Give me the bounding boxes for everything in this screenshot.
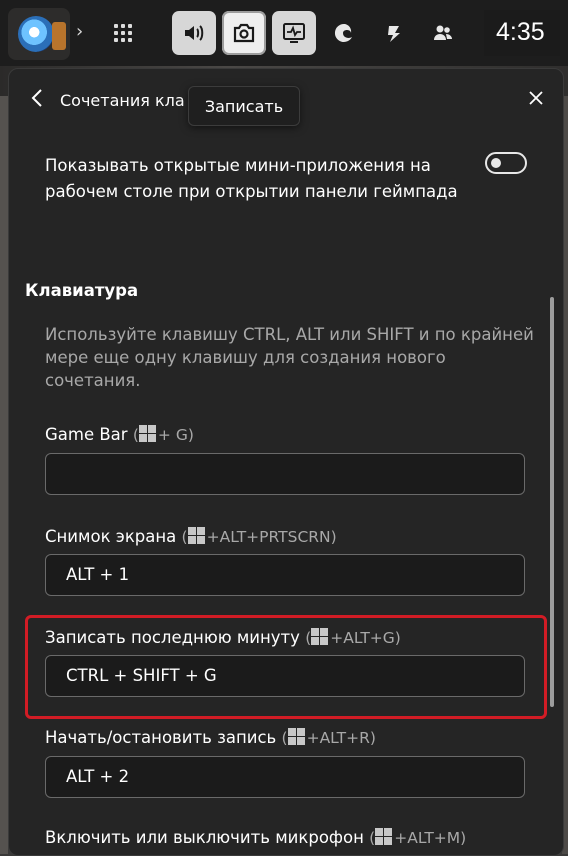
social-friends-icon[interactable] <box>432 22 454 44</box>
widget-toggle-label: Показывать открытые мини-приложения на р… <box>45 156 458 201</box>
shortcut-label-screenshot: Снимок экрана (+ALT+PRTSCRN) <box>45 527 337 546</box>
volume-icon <box>185 25 204 41</box>
app-icon[interactable] <box>8 8 70 60</box>
close-icon[interactable] <box>527 89 545 107</box>
shortcut-label-start-stop-recording: Начать/остановить запись (+ALT+R) <box>45 728 376 747</box>
shortcut-label-toggle-mic: Включить или выключить микрофон (+ALT+M) <box>45 828 467 847</box>
shortcut-label-record-last-minute: Записать последнюю минуту (+ALT+G) <box>45 628 401 647</box>
windows-key-icon <box>187 527 205 544</box>
windows-key-icon <box>311 628 329 645</box>
audio-button[interactable] <box>172 11 216 55</box>
app-badge-icon <box>52 22 66 50</box>
game-logo-icon <box>18 16 54 52</box>
panel-body: Показывать открытые мини-приложения на р… <box>9 131 563 855</box>
scrollbar[interactable] <box>550 297 554 707</box>
section-heading-keyboard: Клавиатура <box>25 281 139 300</box>
record-tooltip: Записать <box>188 86 300 126</box>
spotify-icon[interactable] <box>383 22 405 44</box>
panel-title: Сочетания кла <box>60 91 185 110</box>
edge-browser-icon[interactable] <box>333 22 355 44</box>
expand-chevron-icon[interactable]: › <box>76 20 90 44</box>
game-bar-top: › 4:35 <box>0 0 568 66</box>
capture-button[interactable] <box>222 11 266 55</box>
performance-button[interactable] <box>272 11 316 55</box>
shortcut-label-game-bar: Game Bar (+ G) <box>45 425 194 444</box>
toggle-knob <box>491 158 501 168</box>
shortcut-input-record-last-minute[interactable]: CTRL + SHIFT + G <box>45 655 525 697</box>
windows-key-icon <box>138 425 156 442</box>
shortcut-input-game-bar[interactable] <box>45 453 525 495</box>
monitor-pulse-icon <box>283 23 305 43</box>
widget-toggle-switch[interactable] <box>485 152 527 174</box>
camera-icon <box>233 23 255 43</box>
shortcut-input-screenshot[interactable]: ALT + 1 <box>45 554 525 596</box>
shortcut-input-start-stop-recording[interactable]: ALT + 2 <box>45 756 525 798</box>
back-arrow-icon[interactable] <box>27 87 49 109</box>
windows-key-icon <box>287 728 305 745</box>
shortcut-hint: Используйте клавишу CTRL, ALT или SHIFT … <box>45 325 534 390</box>
desktop-background-left <box>0 96 8 854</box>
clock: 4:35 <box>484 10 560 56</box>
windows-key-icon <box>375 828 393 845</box>
settings-panel: Сочетания кла Показывать открытые мини-п… <box>8 68 564 856</box>
clock-time: 4:35 <box>496 18 545 46</box>
widgets-grid-icon[interactable] <box>112 22 134 44</box>
